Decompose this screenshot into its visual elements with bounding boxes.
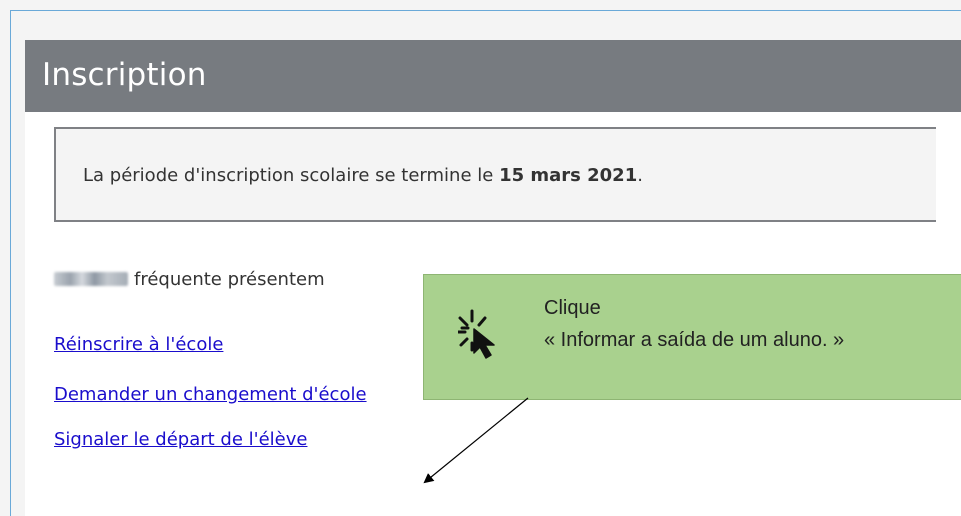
student-status: fréquente présentem <box>54 269 325 290</box>
instruction-callout: Clique « Informar a saída de um aluno. » <box>423 274 961 400</box>
page-title: Inscription <box>42 57 207 93</box>
frame-border-top <box>10 10 961 11</box>
frame-border-left <box>10 10 11 516</box>
change-school-link[interactable]: Demander un changement d'école <box>54 384 367 405</box>
report-departure-link[interactable]: Signaler le départ de l'élève <box>54 429 307 450</box>
page-header: Inscription <box>25 40 961 112</box>
notice-text-before: La période d'inscription scolaire se ter… <box>83 165 500 186</box>
click-cursor-icon <box>458 309 495 359</box>
reenroll-link[interactable]: Réinscrire à l'école <box>54 334 223 355</box>
blurred-student-name <box>54 272 128 286</box>
enrollment-notice: La période d'inscription scolaire se ter… <box>54 127 936 222</box>
browser-viewport: Inscription La période d'inscription sco… <box>0 0 961 516</box>
callout-line-1: Clique <box>544 297 601 319</box>
notice-text-after: . <box>637 165 643 186</box>
notice-text: La période d'inscription scolaire se ter… <box>83 165 643 186</box>
student-status-text: fréquente présentem <box>134 269 325 290</box>
notice-date: 15 mars 2021 <box>499 165 638 186</box>
callout-line-2: « Informar a saída de um aluno. » <box>544 329 845 351</box>
